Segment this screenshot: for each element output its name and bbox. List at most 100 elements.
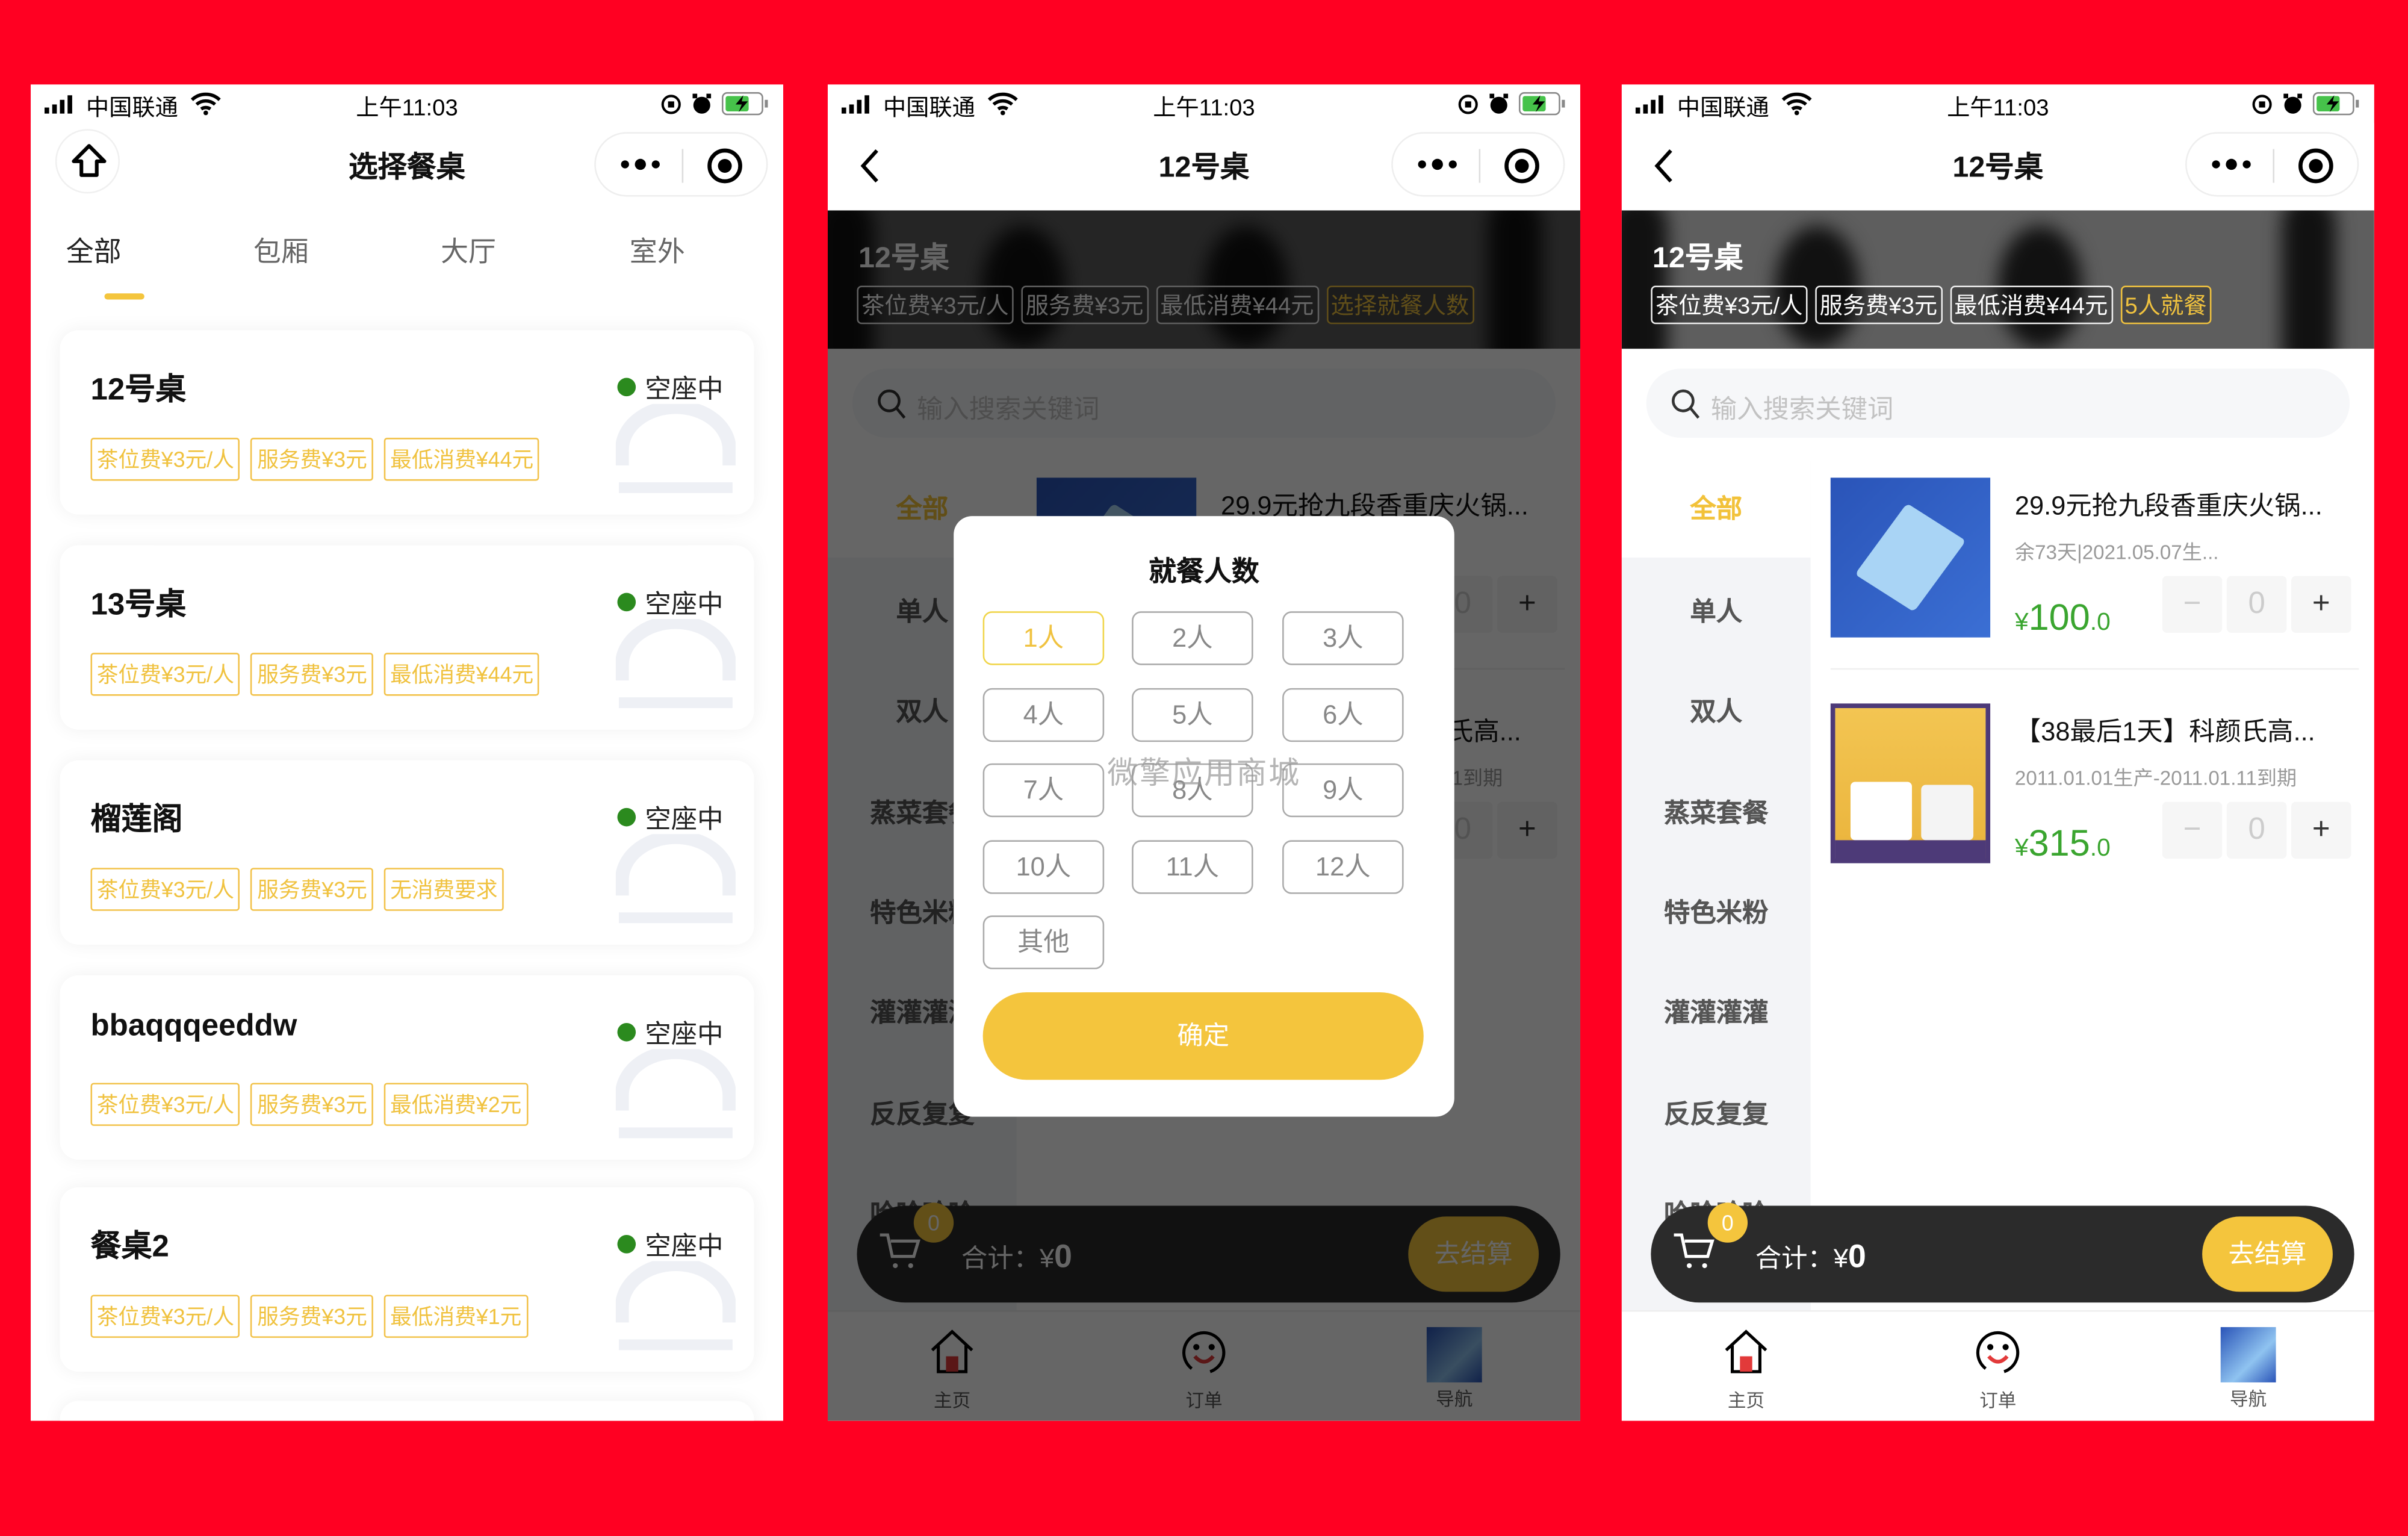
quantity-value[interactable]: 0 (2226, 801, 2287, 859)
table-status: 空座中 (617, 582, 724, 621)
increase-button[interactable]: + (2291, 801, 2351, 859)
active-tab-indicator (104, 293, 144, 300)
status-text: 空座中 (645, 1019, 724, 1049)
watermark: 微擎应用商城 (1107, 757, 1301, 791)
party-size-option[interactable]: 其他 (982, 915, 1105, 969)
category-item[interactable]: 灌灌灌灌 (1622, 991, 1811, 1030)
tab-bar-item[interactable]: 主页 (1684, 1327, 1807, 1413)
battery-icon (2312, 92, 2359, 116)
table-card[interactable]: 13号桌 空座中 茶位费¥3元/人 服务费¥3元 最低消费¥44元 (60, 545, 754, 730)
party-size-tag[interactable]: 5人就餐 (2120, 285, 2212, 325)
product-title[interactable]: 29.9元抢九段香重庆火锅... (2015, 484, 2360, 523)
tab-bar-item[interactable]: 导航 (2187, 1327, 2310, 1411)
status-bar: 中国联通 上午11:03 (828, 84, 1580, 123)
capsule-divider (681, 149, 684, 183)
decrease-button[interactable]: − (2162, 801, 2223, 859)
party-size-option[interactable]: 1人 (982, 611, 1105, 665)
party-size-option[interactable]: 4人 (982, 687, 1105, 741)
tab-1[interactable]: 包厢 (220, 231, 343, 270)
quantity-value[interactable]: 0 (2226, 576, 2287, 633)
confirm-button[interactable]: 确定 (982, 992, 1424, 1080)
select-table-screen: 中国联通 上午11:03 选择餐桌 全部 包厢 大厅 室外 12号桌 空座中 茶位费¥… (31, 84, 784, 1421)
close-mini-program-icon[interactable] (706, 148, 743, 184)
product-title[interactable]: 【38最后1天】科颜氏高... (2015, 710, 2360, 748)
fee-tag: 服务费¥3元 (1814, 285, 1942, 325)
modal-title: 就餐人数 (1149, 556, 1259, 587)
more-icon[interactable] (2211, 157, 2251, 172)
party-size-option[interactable]: 2人 (1132, 611, 1253, 665)
product-image[interactable] (1830, 703, 1991, 863)
table-name: 12号桌 (90, 373, 187, 408)
price-integer: 315 (2028, 823, 2090, 865)
fee-tags: 茶位费¥3元/人 服务费¥3元 最低消费¥44元 (90, 653, 540, 696)
search-input[interactable]: 输入搜索关键词 (1646, 368, 2350, 438)
status-dot (617, 378, 636, 397)
category-item[interactable]: 反反复复 (1622, 1091, 1811, 1130)
mini-program-capsule (594, 132, 768, 197)
category-sidebar: 全部单人双人蒸菜套餐特色米粉灌灌灌灌反反复复哈哈哈哈 (1621, 461, 1811, 1321)
party-size-option[interactable]: 3人 (1282, 611, 1404, 665)
fee-tag: 最低消费¥44元 (1949, 285, 2113, 325)
tab-0[interactable]: 全部 (33, 231, 155, 270)
table-card[interactable]: 12号桌 空座中 茶位费¥3元/人 服务费¥3元 最低消费¥44元 (60, 330, 754, 515)
home-icon (1725, 1329, 1767, 1373)
category-item-active[interactable]: 全部 (1621, 461, 1811, 558)
fee-tags: 茶位费¥3元/人 服务费¥3元 最低消费¥44元 (90, 438, 540, 481)
table-banner: 12号桌 茶位费¥3元/人 服务费¥3元 最低消费¥44元 5人就餐 (1621, 210, 2374, 349)
cart-count-badge: 0 (1707, 1202, 1748, 1243)
table-card-partial[interactable] (60, 1401, 754, 1421)
party-size-option[interactable]: 5人 (1132, 687, 1253, 741)
more-icon[interactable] (621, 157, 660, 172)
close-mini-program-icon[interactable] (1503, 148, 1540, 184)
table-illustration-icon (615, 403, 736, 493)
cart-total: 合计：¥0 (1755, 1237, 1866, 1276)
fee-tag: 茶位费¥3元/人 (90, 868, 241, 911)
alarm-icon (1489, 93, 1509, 114)
fee-tags: 茶位费¥3元/人 服务费¥3元 无消费要求 (90, 868, 504, 911)
map-thumbnail (2220, 1327, 2276, 1382)
alarm-icon (2283, 93, 2302, 114)
status-bar: 中国联通 上午11:03 (1622, 84, 2374, 123)
checkout-button[interactable]: 去结算 (2202, 1216, 2333, 1292)
party-size-option[interactable]: 11人 (1132, 839, 1253, 894)
product-image[interactable] (1830, 477, 1991, 638)
tab-bar-item[interactable]: 订单 (1937, 1327, 2059, 1413)
table-name: 13号桌 (90, 588, 187, 623)
status-dot (617, 1022, 636, 1042)
table-illustration-icon (615, 834, 736, 924)
fee-tag: 服务费¥3元 (251, 1083, 374, 1126)
increase-button[interactable]: + (2291, 576, 2351, 633)
category-item[interactable]: 单人 (1622, 590, 1811, 629)
tab-2[interactable]: 大厅 (407, 231, 530, 270)
fee-tags: 茶位费¥3元/人 服务费¥3元 最低消费¥1元 (90, 1295, 528, 1338)
area-tabs: 全部 包厢 大厅 室外 (31, 231, 783, 300)
status-dot (617, 1235, 636, 1254)
party-size-modal: 就餐人数 1人 2人 3人 4人 5人 6人 7人 8人 9人 10人 11人 12人 其他 确定 (954, 516, 1454, 1117)
search-icon (1672, 389, 1700, 419)
table-status: 空座中 (617, 797, 724, 836)
table-card[interactable]: bbaqqqeeddw 空座中 茶位费¥3元/人 服务费¥3元 最低消费¥2元 (60, 975, 754, 1160)
category-item[interactable]: 特色米粉 (1622, 891, 1811, 929)
table-card[interactable]: 榴莲阁 空座中 茶位费¥3元/人 服务费¥3元 无消费要求 (60, 760, 754, 945)
more-icon[interactable] (1418, 157, 1457, 172)
table-name: 榴莲阁 (90, 803, 183, 838)
party-size-option[interactable]: 12人 (1282, 839, 1404, 894)
status-text: 空座中 (645, 375, 724, 404)
divider (1830, 668, 2359, 670)
party-size-option[interactable]: 6人 (1282, 687, 1404, 741)
tab-3[interactable]: 室外 (596, 231, 719, 270)
table-status: 空座中 (617, 1012, 724, 1051)
cart-icon[interactable] (1672, 1230, 1715, 1273)
category-item[interactable]: 蒸菜套餐 (1622, 791, 1811, 829)
category-item[interactable]: 双人 (1622, 690, 1811, 729)
status-dot (617, 592, 636, 612)
alarm-icon (692, 93, 712, 114)
tab-bar-label: 订单 (1979, 1390, 2017, 1412)
table-illustration-icon (615, 619, 736, 709)
party-size-option[interactable]: 10人 (982, 839, 1105, 894)
close-mini-program-icon[interactable] (2297, 148, 2334, 184)
decrease-button[interactable]: − (2162, 576, 2223, 633)
fee-tag: 最低消费¥1元 (383, 1295, 528, 1338)
table-card[interactable]: 餐桌2 空座中 茶位费¥3元/人 服务费¥3元 最低消费¥1元 (60, 1187, 754, 1372)
table-illustration-icon (615, 1261, 736, 1351)
